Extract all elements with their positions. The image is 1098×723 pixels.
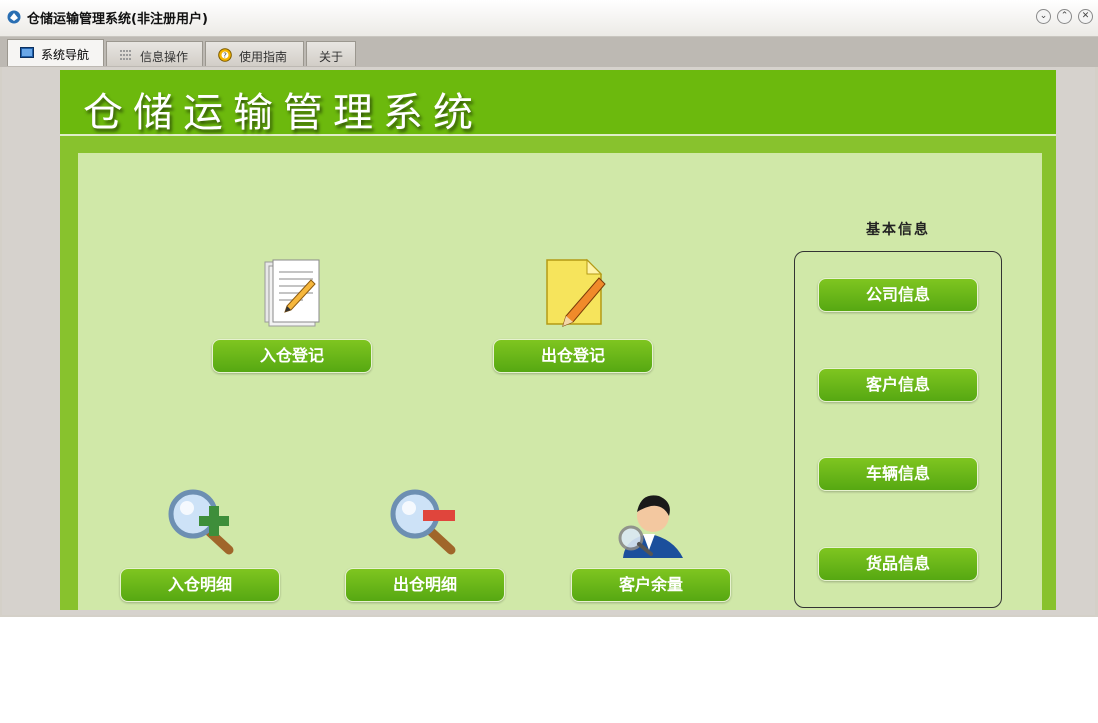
tab-info-ops[interactable]: 信息操作	[106, 41, 203, 66]
customer-balance-button[interactable]: 客户余量	[571, 568, 731, 602]
basic-info-title: 基本信息	[866, 222, 930, 238]
tab-strip: 系统导航 信息操作 ? 使用指南 关于	[0, 37, 1098, 67]
tab-label: 使用指南	[239, 50, 288, 64]
minimize-button[interactable]: ⌄	[1036, 9, 1051, 24]
document-edit-icon[interactable]	[263, 258, 321, 328]
svg-text:?: ?	[223, 52, 227, 60]
inbound-register-button[interactable]: 入仓登记	[212, 339, 372, 373]
close-button[interactable]: ✕	[1078, 9, 1093, 24]
help-icon: ?	[218, 48, 232, 62]
outbound-detail-button[interactable]: 出仓明细	[345, 568, 505, 602]
title-bar: 仓储运输管理系统(非注册用户) ⌄ ⌃ ✕	[0, 0, 1098, 37]
window-title: 仓储运输管理系统(非注册用户)	[27, 12, 208, 27]
tab-about[interactable]: 关于	[306, 41, 356, 66]
tab-system-nav[interactable]: 系统导航	[7, 39, 104, 66]
monitor-icon	[20, 47, 34, 58]
tab-label: 关于	[319, 50, 344, 64]
tab-user-guide[interactable]: ? 使用指南	[205, 41, 304, 66]
grid-icon	[120, 50, 131, 60]
page-title: 仓储运输管理系统	[83, 90, 483, 136]
note-pencil-icon[interactable]	[543, 256, 607, 330]
company-info-button[interactable]: 公司信息	[818, 278, 978, 312]
outbound-register-button[interactable]: 出仓登记	[493, 339, 653, 373]
app-logo-icon	[7, 10, 21, 24]
tab-label: 信息操作	[140, 50, 189, 64]
magnifier-plus-icon[interactable]	[167, 488, 239, 558]
customer-search-icon[interactable]	[613, 488, 685, 558]
magnifier-minus-icon[interactable]	[389, 488, 461, 558]
vehicle-info-button[interactable]: 车辆信息	[818, 457, 978, 491]
goods-info-button[interactable]: 货品信息	[818, 547, 978, 581]
inbound-detail-button[interactable]: 入仓明细	[120, 568, 280, 602]
header-banner: 仓储运输管理系统	[60, 70, 1056, 136]
customer-info-button[interactable]: 客户信息	[818, 368, 978, 402]
tab-label: 系统导航	[41, 48, 90, 62]
restore-button[interactable]: ⌃	[1057, 9, 1072, 24]
